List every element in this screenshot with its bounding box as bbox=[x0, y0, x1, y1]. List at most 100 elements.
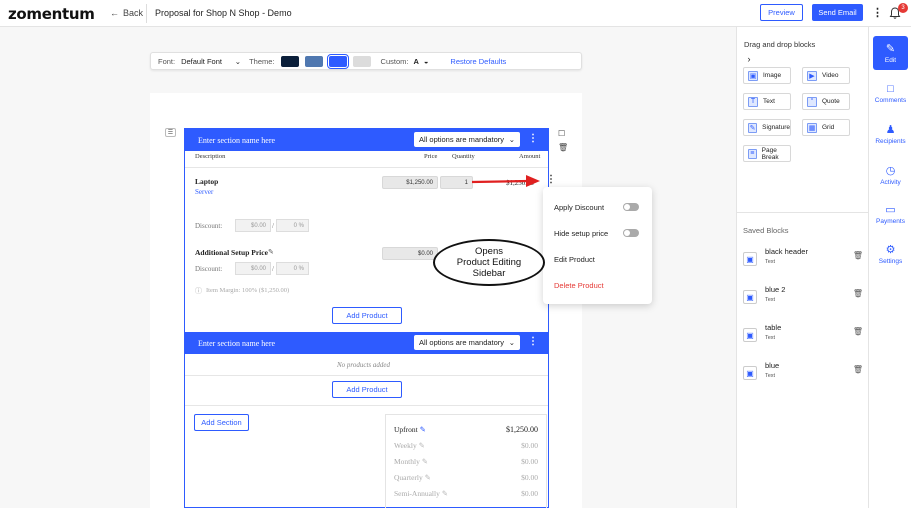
preview-button[interactable]: Preview bbox=[760, 4, 803, 21]
empty-products-text: No products added bbox=[337, 361, 391, 369]
chevron-right-icon[interactable]: › bbox=[742, 53, 756, 65]
add-product-button[interactable]: Add Product bbox=[332, 307, 402, 324]
options-select[interactable]: All options are mandatory ⌄ bbox=[414, 132, 520, 147]
section-menu-icon[interactable]: ⋮ bbox=[528, 336, 538, 347]
card-icon: ▭ bbox=[885, 204, 896, 216]
restore-defaults-link[interactable]: Restore Defaults bbox=[450, 57, 506, 66]
pencil-icon[interactable]: ✎ bbox=[419, 441, 425, 450]
quantity-input[interactable]: 1 bbox=[440, 176, 473, 189]
divider bbox=[185, 167, 548, 168]
summary-value: $0.00 bbox=[521, 489, 538, 498]
trash-icon[interactable]: 🗑 bbox=[853, 327, 863, 336]
video-icon: ▶ bbox=[807, 70, 817, 81]
pencil-icon[interactable]: ✎ bbox=[442, 489, 448, 498]
summary-row: Upfront ✎ $1,250.00 bbox=[394, 425, 538, 434]
block-tile-label: Page Break bbox=[761, 146, 779, 161]
trash-icon[interactable]: 🗑 bbox=[853, 365, 863, 374]
divider bbox=[185, 405, 548, 406]
section-header: Enter section name here All options are … bbox=[185, 129, 548, 151]
block-tile-quote[interactable]: “ Quote bbox=[802, 93, 850, 110]
section-name-input[interactable]: Enter section name here bbox=[198, 339, 275, 348]
setup-price-input[interactable]: $0.00 bbox=[382, 247, 438, 260]
options-select[interactable]: All options are mandatory ⌄ bbox=[414, 335, 520, 350]
hide-setup-price-item[interactable]: Hide setup price bbox=[554, 229, 608, 238]
apply-discount-item[interactable]: Apply Discount bbox=[554, 203, 604, 212]
block-tile-signature[interactable]: ✎ Signature bbox=[743, 119, 791, 136]
trash-icon[interactable]: 🗑 bbox=[558, 143, 568, 152]
rail-item-edit[interactable]: ✎ Edit bbox=[873, 36, 908, 70]
rail-item-activity[interactable]: ◷ Activity bbox=[869, 164, 911, 186]
saved-block-type: Text bbox=[765, 297, 776, 303]
theme-swatch-1[interactable] bbox=[280, 55, 299, 67]
theme-toolbar: Font: Default Font ⌄ Theme: Custom: A ◒ … bbox=[150, 52, 582, 70]
saved-blocks-title: Saved Blocks bbox=[743, 226, 789, 235]
pencil-icon[interactable]: ✎ bbox=[425, 473, 431, 482]
block-tile-grid[interactable]: ▦ Grid bbox=[802, 119, 850, 136]
rail-item-recipients[interactable]: ♟ Recipients bbox=[869, 123, 911, 145]
discount-label: Discount: bbox=[195, 222, 223, 230]
font-label: Font: bbox=[158, 56, 176, 66]
pencil-icon[interactable]: ✎ bbox=[422, 457, 428, 466]
theme-swatch-4[interactable] bbox=[352, 55, 371, 67]
summary-value: $0.00 bbox=[521, 473, 538, 482]
discount-label: Discount: bbox=[195, 265, 223, 273]
delete-product-item[interactable]: Delete Product bbox=[554, 281, 604, 290]
rail-item-comments[interactable]: □ Comments bbox=[869, 83, 911, 104]
block-tile-page-break[interactable]: ≡ Page Break bbox=[743, 145, 791, 162]
rail-item-label: Activity bbox=[880, 179, 901, 186]
col-quantity: Quantity bbox=[452, 153, 475, 160]
discount-percent-input[interactable]: 0 % bbox=[276, 262, 309, 275]
clock-icon: ◷ bbox=[885, 165, 896, 177]
product-name[interactable]: Laptop bbox=[195, 177, 218, 186]
pencil-icon[interactable]: ✎ bbox=[268, 248, 274, 256]
bookmark-icon[interactable]: ☐ bbox=[558, 129, 568, 138]
saved-block-item[interactable]: ▣ blue Text 🗑 bbox=[743, 361, 863, 389]
back-button[interactable]: ← Back bbox=[110, 8, 143, 18]
pencil-icon[interactable]: ✎ bbox=[420, 425, 426, 434]
trash-icon[interactable]: 🗑 bbox=[853, 289, 863, 298]
theme-swatch-2[interactable] bbox=[304, 55, 323, 67]
col-amount: Amount bbox=[519, 153, 541, 160]
section-name-input[interactable]: Enter section name here bbox=[198, 136, 275, 145]
block-tile-text[interactable]: T Text bbox=[743, 93, 791, 110]
discount-percent-input[interactable]: 0 % bbox=[276, 219, 309, 232]
apply-discount-toggle[interactable] bbox=[623, 203, 639, 211]
summary-label: Weekly bbox=[394, 441, 417, 450]
callout-line: Sidebar bbox=[472, 268, 506, 279]
section-header: Enter section name here All options are … bbox=[185, 332, 548, 354]
price-input[interactable]: $1,250.00 bbox=[382, 176, 438, 189]
text-color-icon[interactable]: A bbox=[413, 57, 418, 66]
edit-product-item[interactable]: Edit Product bbox=[554, 255, 595, 264]
rail-item-label: Edit bbox=[884, 57, 897, 64]
block-tile-video[interactable]: ▶ Video bbox=[802, 67, 850, 84]
theme-swatch-3[interactable] bbox=[326, 53, 349, 69]
font-select[interactable]: Default Font ⌄ bbox=[181, 57, 241, 66]
users-icon: ♟ bbox=[885, 124, 896, 136]
rail-item-label: Recipients bbox=[875, 138, 906, 145]
drag-handle-icon[interactable]: ☰ bbox=[165, 128, 176, 137]
discount-amount-input[interactable]: $0.00 bbox=[235, 262, 271, 275]
saved-block-item[interactable]: ▣ blue 2 Text 🗑 bbox=[743, 285, 863, 313]
product-subtitle[interactable]: Server bbox=[195, 188, 213, 196]
block-thumbnail-icon: ▣ bbox=[743, 252, 757, 266]
block-tile-image[interactable]: ▣ Image bbox=[743, 67, 791, 84]
discount-amount-input[interactable]: $0.00 bbox=[235, 219, 271, 232]
fill-color-icon[interactable]: ◒ bbox=[424, 57, 429, 66]
add-section-button[interactable]: Add Section bbox=[194, 414, 249, 431]
section-menu-icon[interactable]: ⋮ bbox=[528, 133, 538, 144]
hide-setup-price-toggle[interactable] bbox=[623, 229, 639, 237]
summary-value: $0.00 bbox=[521, 457, 538, 466]
saved-block-item[interactable]: ▣ table Text 🗑 bbox=[743, 323, 863, 351]
send-email-button[interactable]: Send Email bbox=[812, 4, 863, 21]
setup-price-name[interactable]: Additional Setup Price bbox=[195, 248, 268, 257]
chevron-down-icon: ⌄ bbox=[234, 56, 242, 66]
block-tile-label: Grid bbox=[822, 124, 835, 131]
more-menu-icon[interactable]: ⋮ bbox=[872, 6, 883, 19]
saved-block-item[interactable]: ▣ black header Text 🗑 bbox=[743, 247, 863, 275]
rail-item-settings[interactable]: ⚙ Settings bbox=[869, 243, 911, 265]
rail-item-payments[interactable]: ▭ Payments bbox=[869, 203, 911, 225]
product-menu-icon[interactable]: ⋮ bbox=[546, 174, 556, 185]
theme-label: Theme: bbox=[249, 56, 275, 66]
add-product-button[interactable]: Add Product bbox=[332, 381, 402, 398]
trash-icon[interactable]: 🗑 bbox=[853, 251, 863, 260]
